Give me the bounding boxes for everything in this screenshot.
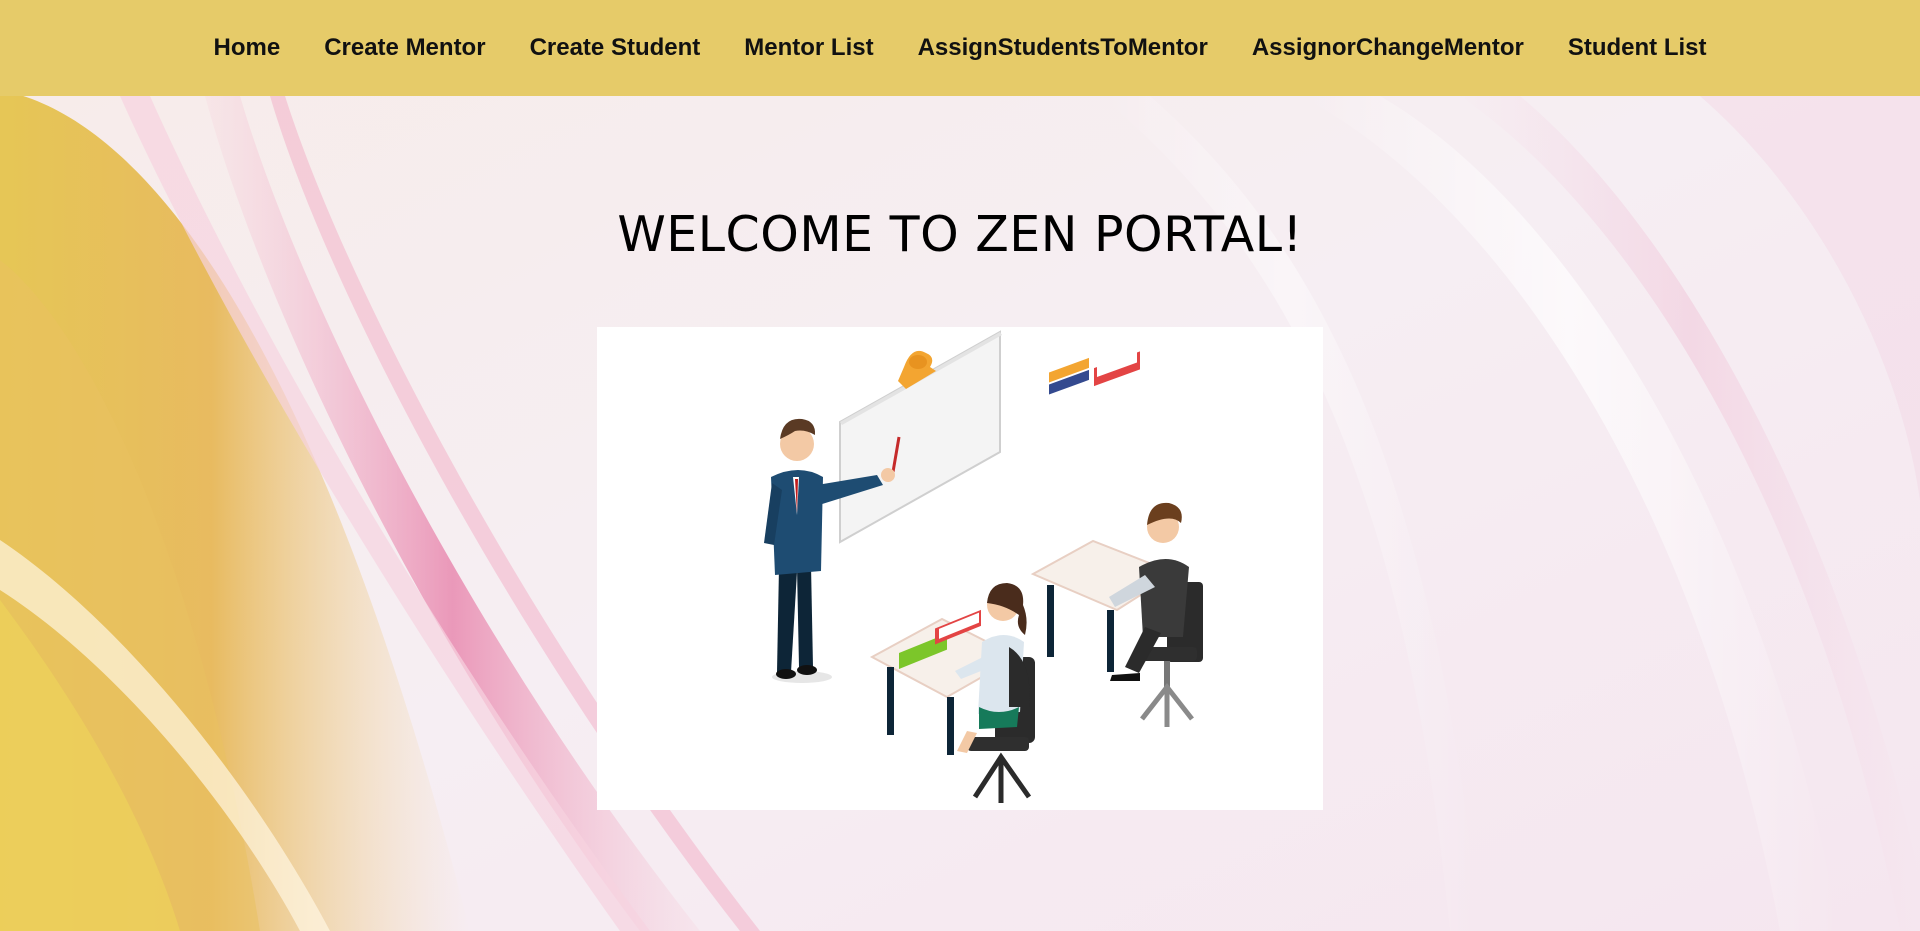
nav-item-home: Home — [214, 34, 281, 62]
top-navbar: Home Create Mentor Create Student Mentor… — [0, 0, 1920, 96]
nav-item-student-list: Student List — [1568, 34, 1707, 62]
classroom-illustration-graphic — [597, 327, 1323, 810]
nav-item-create-mentor: Create Mentor — [324, 34, 485, 62]
main-content: WELCOME TO ZEN PORTAL! — [0, 96, 1920, 931]
nav-link-create-student[interactable]: Create Student — [530, 34, 701, 61]
nav-link-student-list[interactable]: Student List — [1568, 34, 1707, 61]
nav-link-create-mentor[interactable]: Create Mentor — [324, 34, 485, 61]
nav-item-assign-students-to-mentor: AssignStudentsToMentor — [918, 34, 1208, 62]
nav-item-assign-or-change-mentor: AssignorChangeMentor — [1252, 34, 1524, 62]
nav-link-home[interactable]: Home — [214, 34, 281, 61]
nav-item-mentor-list: Mentor List — [744, 34, 873, 62]
page-title: WELCOME TO ZEN PORTAL! — [617, 206, 1303, 263]
nav-link-assign-students-to-mentor[interactable]: AssignStudentsToMentor — [918, 34, 1208, 61]
nav-list: Home Create Mentor Create Student Mentor… — [214, 34, 1707, 62]
nav-link-assign-or-change-mentor[interactable]: AssignorChangeMentor — [1252, 34, 1524, 61]
nav-item-create-student: Create Student — [530, 34, 701, 62]
classroom-illustration — [597, 327, 1323, 810]
nav-link-mentor-list[interactable]: Mentor List — [744, 34, 873, 61]
